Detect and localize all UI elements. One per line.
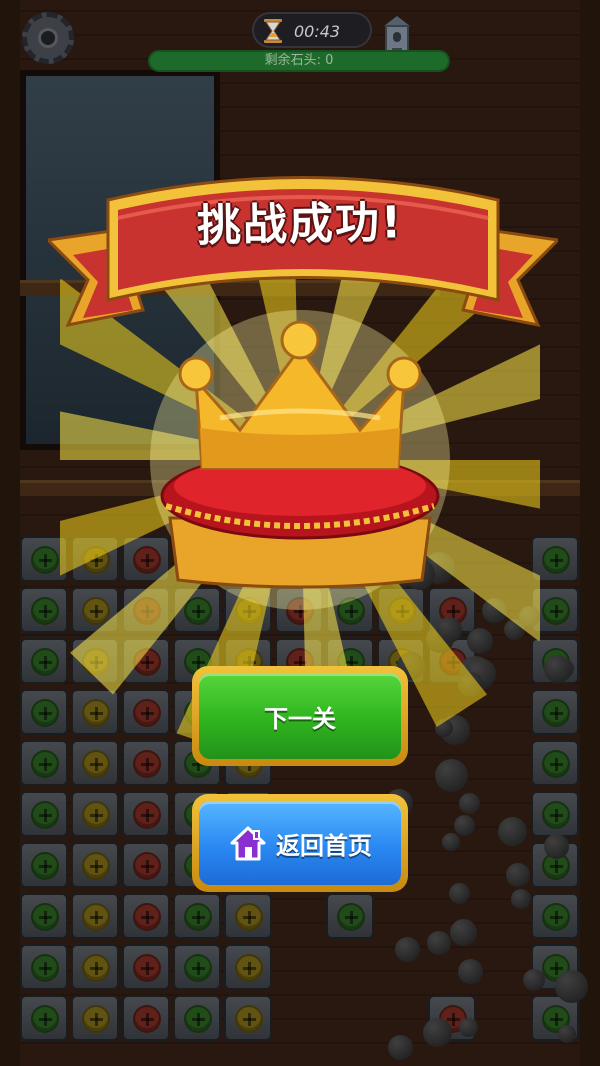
remaining-stones-bar: 剩余石头: 0 xyxy=(148,50,450,72)
settings-gear-icon[interactable] xyxy=(22,12,74,64)
next-level-label: 下一关 xyxy=(264,704,336,733)
house-icon xyxy=(230,826,266,861)
next-level-button[interactable]: 下一关 xyxy=(192,666,408,766)
timer-display: 00:43 xyxy=(252,12,372,48)
return-home-label: 返回首页 xyxy=(276,831,372,860)
remaining-stones-text: 剩余石头: 0 xyxy=(264,53,334,68)
hourglass-icon xyxy=(264,19,282,43)
crown-icon xyxy=(160,320,440,589)
timer-text: 00:43 xyxy=(294,22,341,41)
return-home-button[interactable]: 返回首页 xyxy=(192,794,408,892)
result-title: 挑战成功! xyxy=(196,197,404,252)
